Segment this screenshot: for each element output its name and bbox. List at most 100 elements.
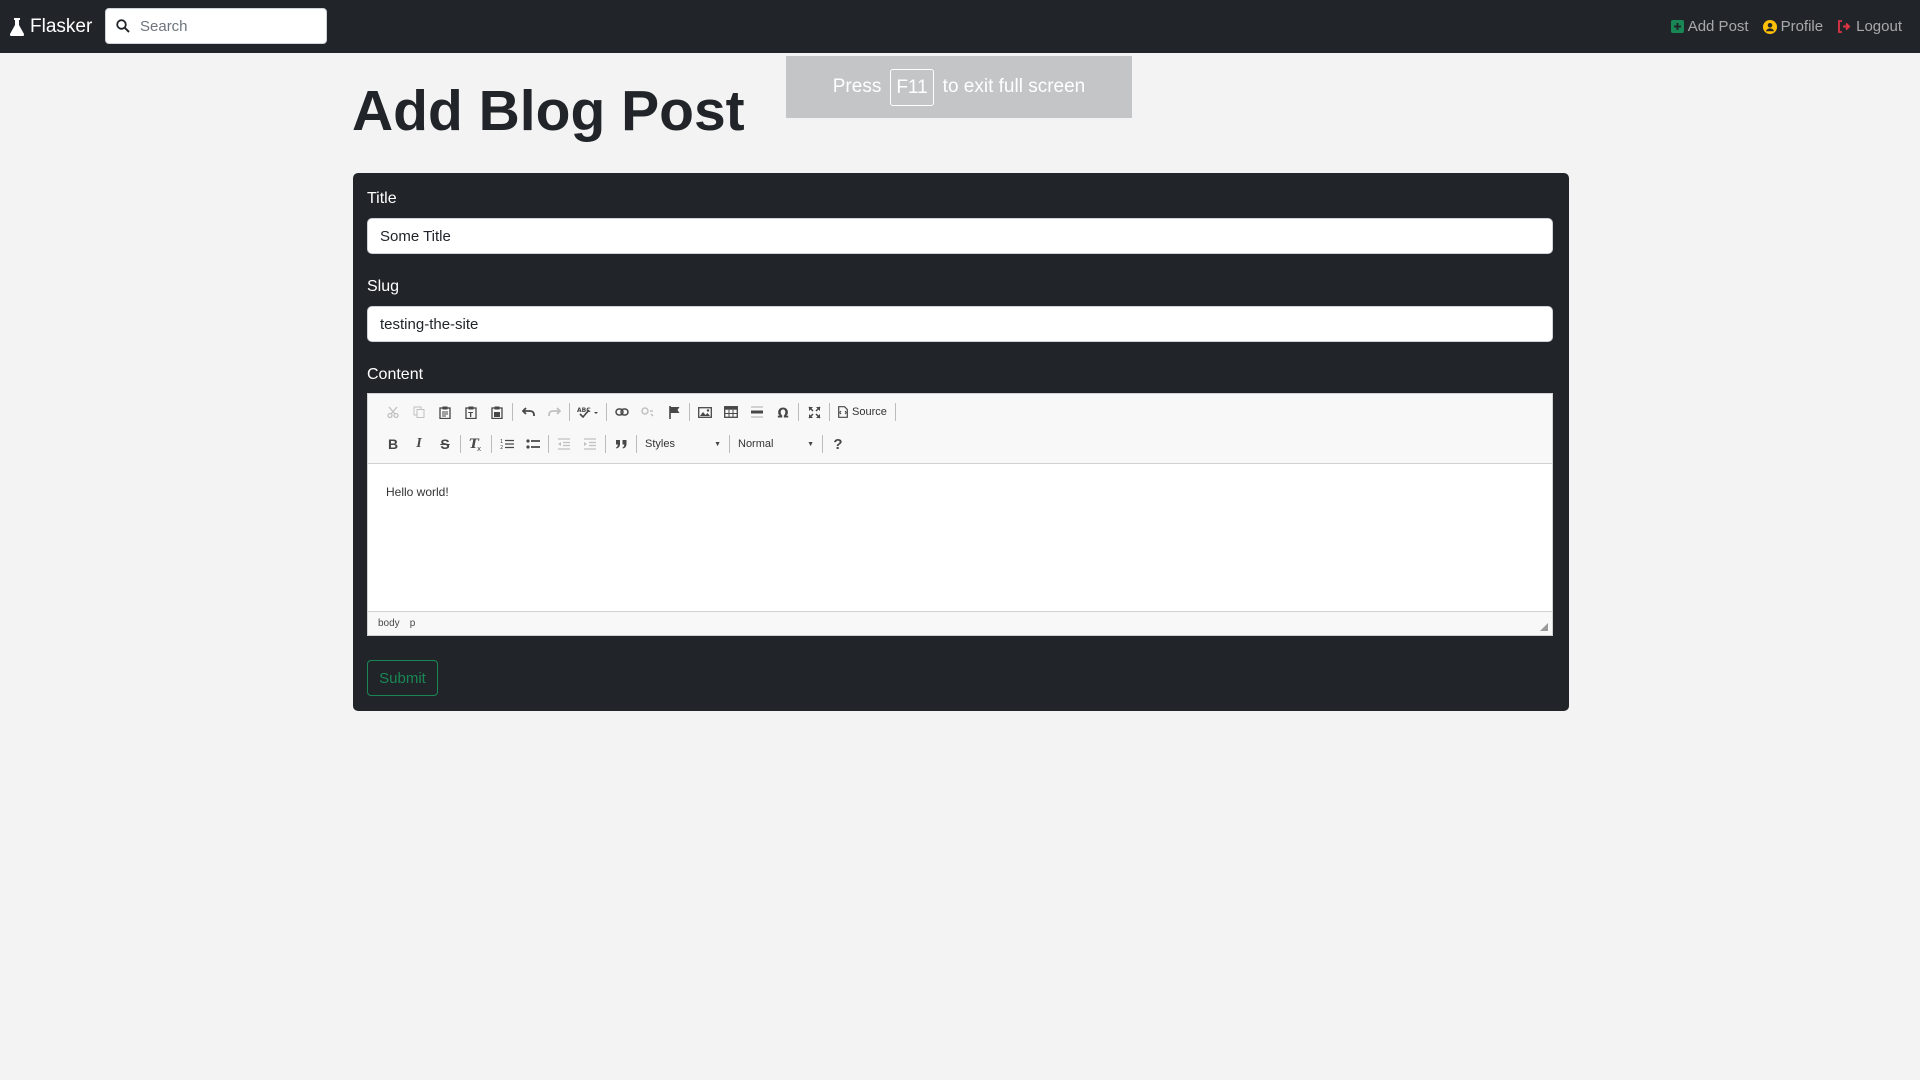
chevron-down-icon: ▼ [714,440,721,448]
toolbar-separator [829,403,830,421]
profile-link[interactable]: Profile [1762,18,1824,35]
link-icon [615,408,629,416]
undo-icon [521,407,535,416]
clipboard-text-icon: T [465,406,477,419]
sign-out-icon [1838,20,1851,33]
submit-button[interactable]: Submit [367,660,438,696]
toolbar-separator [822,435,823,453]
indent-icon [584,438,596,450]
source-button[interactable]: Source [832,400,893,424]
strikethrough-button[interactable]: S [432,432,458,456]
editor-paragraph: Hello world! [386,485,449,499]
toolbar-separator [689,403,690,421]
source-label: Source [852,406,887,418]
search-icon [116,19,130,33]
search-box[interactable] [105,8,327,44]
editor-element-path: body p [368,611,1552,635]
toolbar-separator [798,403,799,421]
toolbar-separator [512,403,513,421]
toolbar-separator [460,435,461,453]
link-button[interactable] [609,400,635,424]
remove-format-button[interactable]: Tx [463,432,489,456]
toolbar-separator [548,435,549,453]
slug-label: Slug [367,278,400,295]
toolbar-separator [605,435,606,453]
svg-text:T: T [468,411,473,419]
svg-text:x: x [477,445,481,451]
quote-icon [615,440,626,449]
toolbar-separator [636,435,637,453]
table-button[interactable] [718,400,744,424]
editor-content-area[interactable]: Hello world! [368,465,1552,612]
table-icon [724,406,738,418]
format-dropdown-label: Normal [738,438,774,450]
unlink-button[interactable] [635,400,661,424]
fullscreen-notice-prefix: Press [832,76,882,97]
editor-toolbar: T ABC Ω Source B I S T x 1 2 Styles ▼ No… [368,394,1552,464]
resize-handle-icon[interactable] [1540,623,1548,631]
logout-link[interactable]: Logout [1837,18,1902,35]
plus-square-icon [1670,20,1684,33]
image-icon [698,406,712,418]
toolbar-separator [894,403,896,421]
slug-input[interactable] [367,306,1553,342]
post-form-card: Title Slug Content T [353,173,1569,711]
outdent-button[interactable] [551,432,577,456]
styles-dropdown[interactable]: Styles ▼ [639,433,727,455]
fullscreen-key: F11 [890,68,934,106]
remove-format-icon: Tx [469,437,481,451]
format-dropdown[interactable]: Normal ▼ [732,433,820,455]
search-input[interactable] [140,17,310,35]
fullscreen-notice: Press F11 to exit full screen [786,56,1132,118]
toolbar-separator [569,403,570,421]
undo-button[interactable] [515,400,541,424]
flag-icon [668,405,679,419]
logout-label: Logout [1856,18,1902,35]
paste-word-button[interactable] [484,400,510,424]
maximize-button[interactable] [801,400,827,424]
title-input[interactable] [367,218,1553,254]
bold-icon: B [387,436,399,452]
svg-text:2: 2 [500,445,503,450]
clipboard-icon [439,406,451,419]
scissors-icon [387,406,399,418]
help-button[interactable]: ? [825,432,851,456]
cut-button[interactable] [380,400,406,424]
clipboard-word-icon [491,406,503,419]
special-char-button[interactable]: Ω [770,400,796,424]
redo-icon [547,407,561,416]
spellcheck-icon: ABC [577,407,598,418]
italic-button[interactable]: I [406,432,432,456]
paste-text-button[interactable]: T [458,400,484,424]
numbered-list-button[interactable]: 12 [494,432,520,456]
path-item-body[interactable]: body [378,618,400,629]
spellcheck-button[interactable]: ABC [572,400,604,424]
image-button[interactable] [692,400,718,424]
maximize-icon [807,405,821,419]
indent-button[interactable] [577,432,603,456]
paste-button[interactable] [432,400,458,424]
add-post-label: Add Post [1687,18,1749,35]
rich-text-editor: T ABC Ω Source B I S T x 1 2 Styles ▼ No… [367,393,1553,636]
profile-label: Profile [1780,18,1824,35]
horizontal-line-icon [751,406,763,418]
path-item-p[interactable]: p [410,618,416,629]
bold-button[interactable]: B [380,432,406,456]
add-post-link[interactable]: Add Post [1670,18,1749,35]
redo-button[interactable] [541,400,567,424]
user-circle-icon [1762,19,1777,34]
svg-text:Ω: Ω [777,406,788,419]
omega-icon: Ω [777,406,788,419]
blockquote-button[interactable] [608,432,634,456]
toolbar-row-1: T ABC Ω Source [380,400,898,424]
anchor-button[interactable] [661,400,687,424]
toolbar-separator [729,435,730,453]
horizontal-line-button[interactable] [744,400,770,424]
unlink-icon [641,407,654,417]
fullscreen-notice-suffix: to exit full screen [942,76,1086,97]
copy-button[interactable] [406,400,432,424]
source-icon [838,406,848,418]
toolbar-separator [606,403,607,421]
bulleted-list-button[interactable] [520,432,546,456]
brand-link[interactable]: Flasker [10,16,92,38]
